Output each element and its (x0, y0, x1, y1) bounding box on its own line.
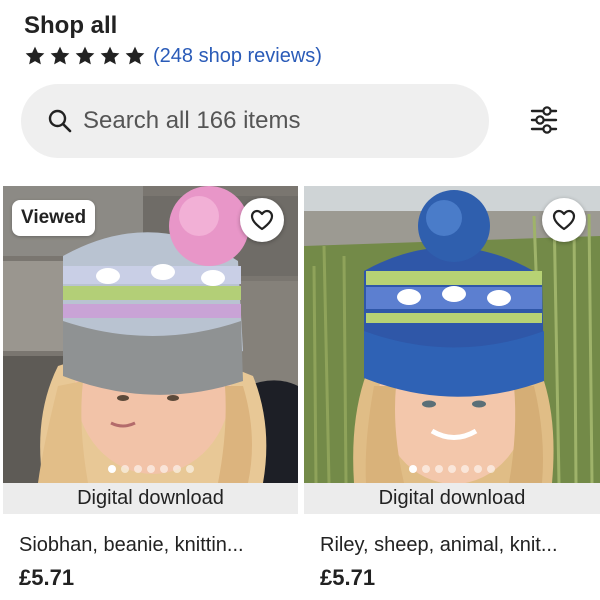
carousel-dot[interactable] (487, 465, 495, 473)
carousel-dot[interactable] (435, 465, 443, 473)
search-icon (48, 109, 72, 133)
listing-photo[interactable] (304, 186, 600, 483)
star-icon (75, 46, 95, 65)
carousel-dot[interactable] (422, 465, 430, 473)
filter-button[interactable] (522, 100, 566, 140)
carousel-dot[interactable] (409, 465, 417, 473)
listing-price: £5.71 (320, 565, 376, 590)
star-icon (25, 46, 45, 65)
listing-price: £5.71 (19, 565, 75, 590)
carousel-dot[interactable] (133, 465, 142, 473)
carousel-dot[interactable] (159, 465, 168, 473)
carousel-dot[interactable] (120, 465, 129, 473)
viewed-badge: Viewed (12, 200, 96, 236)
heart-outline-icon (552, 209, 576, 231)
search-input[interactable] (83, 107, 463, 135)
favorite-button[interactable] (240, 198, 284, 242)
carousel-dot[interactable] (461, 465, 469, 473)
carousel-dot[interactable] (474, 465, 482, 473)
carousel-dot[interactable] (185, 465, 194, 473)
digital-download-label: Digital download (3, 483, 298, 514)
heart-outline-icon (250, 209, 274, 231)
carousel-dot[interactable] (448, 465, 456, 473)
favorite-button[interactable] (542, 198, 586, 242)
rating-row[interactable]: (248 shop reviews) (24, 43, 322, 69)
shop-title: Shop all (24, 12, 118, 39)
shop-reviews-link[interactable]: (248 shop reviews) (153, 45, 322, 68)
listing-title[interactable]: Riley, sheep, animal, knit... (304, 534, 600, 557)
carousel-dot[interactable] (146, 465, 155, 473)
search-bar[interactable] (21, 84, 489, 158)
digital-download-label: Digital download (304, 483, 600, 514)
image-carousel-dots (304, 465, 600, 473)
carousel-dot[interactable] (107, 465, 116, 473)
sliders-icon (530, 106, 558, 134)
star-icon (50, 46, 70, 65)
rating-stars (24, 45, 146, 67)
listing-card[interactable]: Viewed Digital download Siobhan, beanie,… (3, 186, 298, 591)
listing-title[interactable]: Siobhan, beanie, knittin... (3, 534, 298, 557)
star-icon (100, 46, 120, 65)
listing-photo[interactable]: Viewed (3, 186, 298, 483)
carousel-dot[interactable] (172, 465, 181, 473)
image-carousel-dots (3, 465, 298, 473)
listing-card[interactable]: Digital download Riley, sheep, animal, k… (304, 186, 600, 591)
star-icon (125, 46, 145, 65)
